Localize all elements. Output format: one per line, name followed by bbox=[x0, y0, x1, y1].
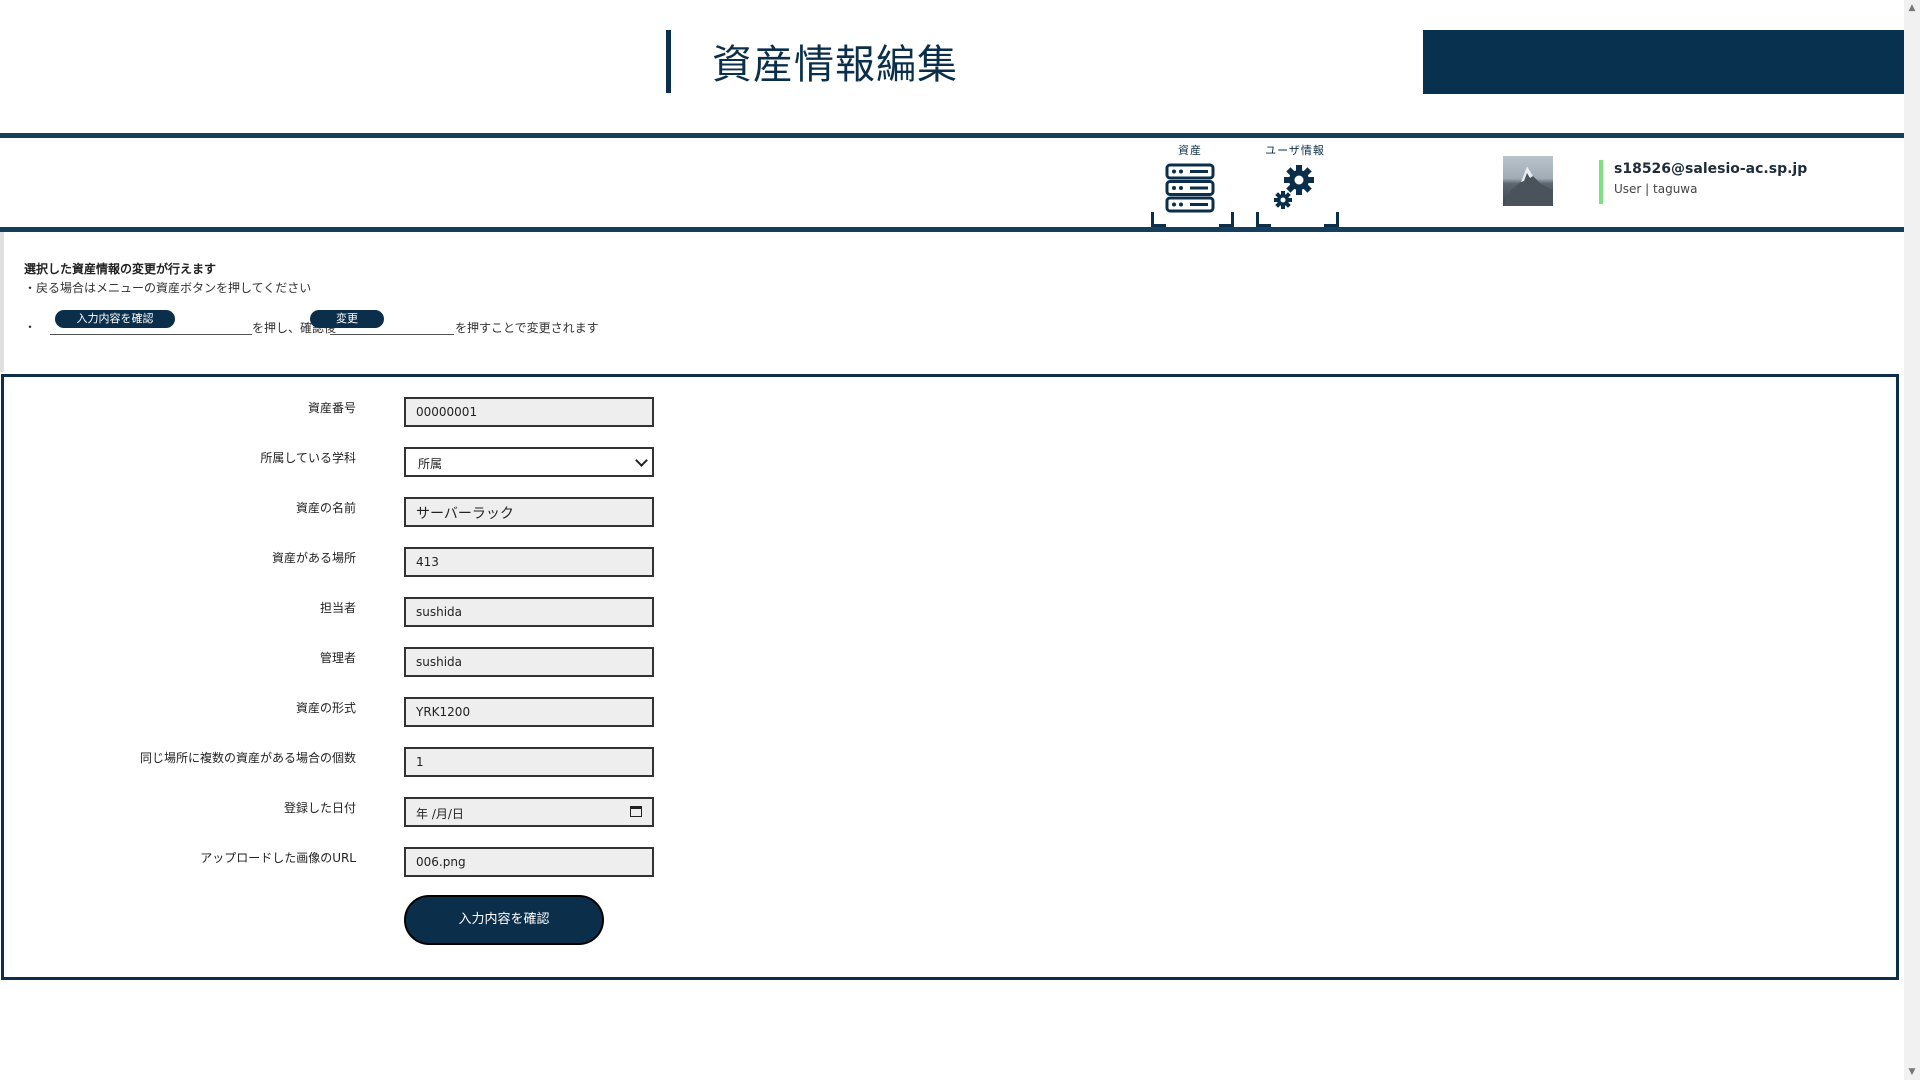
person-in-charge-input[interactable]: sushida bbox=[404, 597, 654, 627]
user-role: User | taguwa bbox=[1614, 182, 1698, 196]
department-select[interactable]: 所属 bbox=[404, 447, 654, 477]
scroll-up-icon[interactable]: ▲ bbox=[1904, 0, 1920, 16]
scroll-down-icon[interactable]: ▼ bbox=[1904, 1064, 1920, 1080]
person-in-charge-label: 担当者 bbox=[319, 601, 356, 615]
registered-date-input[interactable]: 年 /月/日 bbox=[404, 797, 654, 827]
form-row-location: 資産がある場所 413 bbox=[4, 547, 1004, 577]
nav-user-info-button[interactable]: ユーザ情報 bbox=[1255, 142, 1335, 214]
instructions-title: 選択した資産情報の変更が行えます bbox=[24, 262, 217, 276]
page-title: 資産情報編集 bbox=[712, 42, 958, 88]
quantity-input[interactable]: 1 bbox=[404, 747, 654, 777]
form-row-asset-name: 資産の名前 サーバーラック bbox=[4, 497, 1004, 527]
asset-edit-form: 資産番号 00000001 所属している学科 所属 資産の名前 サーバーラック … bbox=[1, 374, 1899, 980]
department-label: 所属している学科 bbox=[260, 451, 356, 465]
calendar-icon[interactable] bbox=[630, 806, 642, 817]
instructions-back-note: ・戻る場合はメニューの資産ボタンを押してください bbox=[24, 281, 312, 295]
date-placeholder: 年 /月/日 bbox=[416, 807, 464, 821]
header-banner bbox=[1423, 30, 1904, 94]
form-row-registered-date: 登録した日付 年 /月/日 bbox=[4, 797, 1004, 827]
page: 資産情報編集 資産 ユーザ情報 s18526@salesio-ac.sp.jp … bbox=[0, 0, 1904, 1080]
title-accent-bar bbox=[666, 30, 671, 93]
asset-number-label: 資産番号 bbox=[307, 401, 356, 415]
asset-number-input[interactable]: 00000001 bbox=[404, 397, 654, 427]
nav-assets-bracket-right bbox=[1219, 212, 1234, 227]
instruction-confirm-chip: 入力内容を確認 bbox=[55, 310, 175, 328]
avatar[interactable] bbox=[1503, 156, 1553, 206]
nav-user-bracket-right bbox=[1324, 212, 1339, 227]
gears-icon bbox=[1274, 165, 1314, 209]
quantity-label: 同じ場所に複数の資産がある場合の個数 bbox=[139, 751, 356, 765]
confirm-input-button[interactable]: 入力内容を確認 bbox=[404, 895, 604, 945]
form-row-person-in-charge: 担当者 sushida bbox=[4, 597, 1004, 627]
form-row-asset-number: 資産番号 00000001 bbox=[4, 397, 1004, 427]
confirm-underline bbox=[50, 334, 252, 335]
nav-user-bracket-left bbox=[1256, 212, 1271, 227]
instructions-text-after-change: を押すことで変更されます bbox=[455, 321, 599, 335]
nav-assets-button[interactable]: 資産 bbox=[1150, 142, 1230, 214]
registered-date-label: 登録した日付 bbox=[283, 801, 356, 815]
model-input[interactable]: YRK1200 bbox=[404, 697, 654, 727]
image-url-label: アップロードした画像のURL bbox=[200, 851, 356, 865]
chevron-down-icon bbox=[635, 454, 648, 467]
mountain-photo bbox=[1503, 166, 1553, 206]
image-url-input[interactable]: 006.png bbox=[404, 847, 654, 877]
instructions-steps: ・ 入力内容を確認 を押し、確認後 変更 を押すことで変更されます bbox=[24, 310, 724, 340]
manager-input[interactable]: sushida bbox=[404, 647, 654, 677]
department-selected-value: 所属 bbox=[418, 457, 443, 471]
form-row-image-url: アップロードした画像のURL 006.png bbox=[4, 847, 1004, 877]
form-row-model: 資産の形式 YRK1200 bbox=[4, 697, 1004, 727]
change-underline bbox=[330, 334, 454, 335]
location-input[interactable]: 413 bbox=[404, 547, 654, 577]
server-icon bbox=[1165, 163, 1215, 213]
location-label: 資産がある場所 bbox=[271, 551, 356, 565]
user-email: s18526@salesio-ac.sp.jp bbox=[1614, 161, 1808, 177]
instructions-panel: 選択した資産情報の変更が行えます ・戻る場合はメニューの資産ボタンを押してくださ… bbox=[0, 232, 1904, 372]
form-row-manager: 管理者 sushida bbox=[4, 647, 1004, 677]
form-row-department: 所属している学科 所属 bbox=[4, 447, 1004, 477]
instruction-change-chip: 変更 bbox=[310, 310, 384, 328]
nav-user-info-label: ユーザ情報 bbox=[1265, 144, 1325, 157]
asset-name-label: 資産の名前 bbox=[295, 501, 356, 515]
nav-assets-label: 資産 bbox=[1178, 144, 1202, 157]
manager-label: 管理者 bbox=[319, 651, 356, 665]
nav-top-divider bbox=[0, 133, 1904, 138]
instructions-edge bbox=[0, 232, 4, 372]
vertical-scrollbar[interactable]: ▲ ▼ bbox=[1904, 0, 1920, 1080]
asset-name-input[interactable]: サーバーラック bbox=[404, 497, 654, 527]
nav-assets-bracket-left bbox=[1151, 212, 1166, 227]
instructions-bullet: ・ bbox=[24, 320, 37, 334]
form-row-quantity: 同じ場所に複数の資産がある場合の個数 1 bbox=[4, 747, 1004, 777]
user-accent-bar bbox=[1599, 160, 1603, 204]
model-label: 資産の形式 bbox=[295, 701, 356, 715]
